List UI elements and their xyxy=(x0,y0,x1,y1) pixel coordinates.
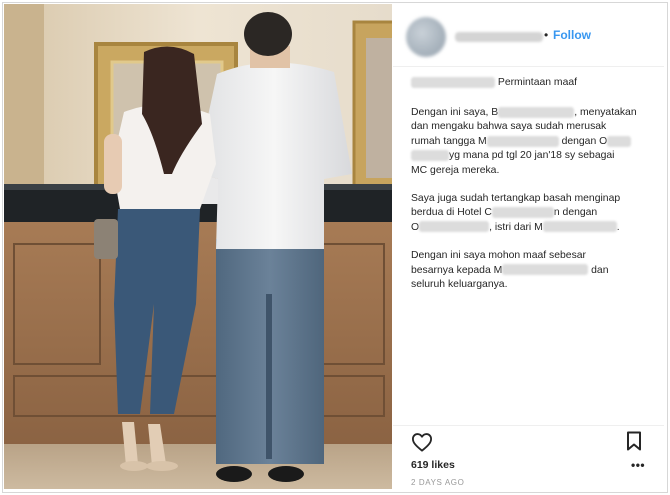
caption-line: rumah tangga M dengan O xyxy=(411,135,661,149)
caption-line: Dengan ini saya, B , menyatakan xyxy=(411,106,661,120)
redacted-name xyxy=(498,106,575,118)
caption-line: Saya juga sudah tertangkap basah mengina… xyxy=(411,192,621,204)
redacted-name xyxy=(486,135,559,147)
redacted-name xyxy=(502,264,589,276)
caption-text: n dengan xyxy=(553,207,598,219)
caption-text: dan xyxy=(591,264,609,276)
redacted-name xyxy=(542,221,617,233)
caption-text: berdua di Hotel C xyxy=(411,207,492,219)
post-timestamp[interactable]: 2 DAYS AGO xyxy=(411,478,464,487)
caption-text: dengan O xyxy=(561,135,608,147)
caption-line: dan mengaku bahwa saya sudah merusak xyxy=(411,121,607,133)
post-side-panel: • Follow Permintaan maaf Dengan ini saya… xyxy=(393,4,664,489)
redacted-name xyxy=(411,76,495,88)
caption-title-row: Permintaan maaf xyxy=(411,76,661,90)
caption-line: besarnya kepada M dan xyxy=(411,264,661,278)
caption-line: O , istri dari M. xyxy=(411,221,661,235)
caption-line: berdua di Hotel C n dengan xyxy=(411,206,661,220)
avatar[interactable] xyxy=(406,17,446,57)
username-redacted[interactable] xyxy=(455,32,543,42)
redacted-name xyxy=(607,135,632,147)
actions-divider xyxy=(393,425,664,426)
caption-text: yg mana pd tgl 20 jan'18 sy sebagai xyxy=(449,150,615,162)
caption-text: Dengan ini saya, B xyxy=(411,107,499,118)
likes-count[interactable]: 619 likes xyxy=(411,459,455,471)
more-options-icon[interactable]: ••• xyxy=(631,458,645,472)
caption-text: O xyxy=(411,221,420,233)
separator-dot: • xyxy=(544,28,549,42)
photo-illustration xyxy=(4,4,392,489)
caption-paragraph-3: Dengan ini saya mohon maaf sebesar besar… xyxy=(411,249,661,292)
caption-text: besarnya kepada M xyxy=(411,264,503,276)
heart-icon[interactable] xyxy=(411,432,433,452)
caption-paragraph-1: Dengan ini saya, B , menyatakan dan menga… xyxy=(411,106,661,178)
post-header: • Follow xyxy=(393,4,664,67)
redacted-name xyxy=(491,207,554,219)
redacted-name xyxy=(419,221,490,233)
bookmark-icon[interactable] xyxy=(626,431,642,451)
caption-line: MC gereja mereka. xyxy=(411,164,500,176)
follow-button[interactable]: Follow xyxy=(553,28,591,42)
caption-text: . xyxy=(616,221,620,233)
post-photo[interactable] xyxy=(4,4,392,489)
caption-text: , istri dari M xyxy=(489,221,543,233)
redacted-name xyxy=(411,149,449,161)
caption-line: Dengan ini saya mohon maaf sebesar xyxy=(411,250,587,262)
caption-text: rumah tangga M xyxy=(411,135,487,147)
caption-line: yg mana pd tgl 20 jan'18 sy sebagai xyxy=(411,149,661,163)
caption-title: Permintaan maaf xyxy=(497,77,578,88)
caption-line: seluruh keluarganya. xyxy=(411,278,508,290)
caption-paragraph-2: Saya juga sudah tertangkap basah mengina… xyxy=(411,192,661,235)
caption-text: , menyatakan xyxy=(574,107,637,118)
post-caption: Permintaan maaf Dengan ini saya, B , meny… xyxy=(411,76,661,306)
